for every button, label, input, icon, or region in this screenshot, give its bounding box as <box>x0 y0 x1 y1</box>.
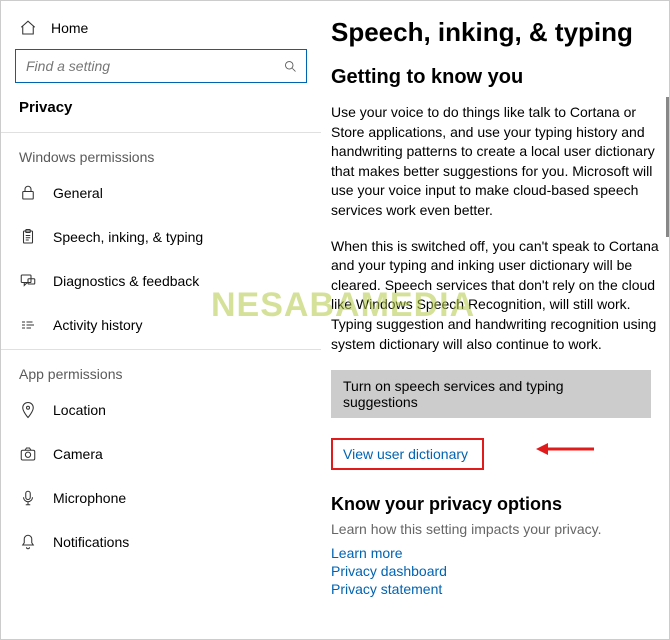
divider <box>1 132 321 133</box>
body-paragraph: When this is switched off, you can't spe… <box>331 237 659 355</box>
privacy-dashboard-link[interactable]: Privacy dashboard <box>331 563 659 579</box>
content-pane: Speech, inking, & typing Getting to know… <box>321 1 669 639</box>
sidebar-home[interactable]: Home <box>1 13 321 49</box>
body-paragraph: Use your voice to do things like talk to… <box>331 103 659 221</box>
section-app-permissions: App permissions <box>1 352 321 388</box>
sidebar-item-microphone[interactable]: Microphone <box>1 476 321 520</box>
nav-label: Activity history <box>53 317 142 333</box>
lock-icon <box>19 184 37 202</box>
search-input[interactable] <box>26 58 283 74</box>
privacy-statement-link[interactable]: Privacy statement <box>331 581 659 597</box>
nav-label: Microphone <box>53 490 126 506</box>
annotation-highlight: View user dictionary <box>331 438 484 470</box>
scrollbar[interactable] <box>666 97 669 237</box>
bell-icon <box>19 533 37 551</box>
category-title: Privacy <box>1 99 321 130</box>
sidebar-item-diagnostics[interactable]: Diagnostics & feedback <box>1 259 321 303</box>
nav-label: Camera <box>53 446 103 462</box>
feedback-icon <box>19 272 37 290</box>
sidebar-item-location[interactable]: Location <box>1 388 321 432</box>
toggle-speech-button[interactable]: Turn on speech services and typing sugge… <box>331 370 651 418</box>
history-icon <box>19 316 37 334</box>
nav-label: General <box>53 185 103 201</box>
privacy-subtext: Learn how this setting impacts your priv… <box>331 521 659 537</box>
mic-icon <box>19 489 37 507</box>
nav-label: Notifications <box>53 534 129 550</box>
sidebar-item-speech[interactable]: Speech, inking, & typing <box>1 215 321 259</box>
search-icon <box>283 59 298 74</box>
nav-label: Diagnostics & feedback <box>53 273 199 289</box>
location-icon <box>19 401 37 419</box>
view-dictionary-link[interactable]: View user dictionary <box>343 446 468 462</box>
sidebar-item-camera[interactable]: Camera <box>1 432 321 476</box>
sidebar-item-general[interactable]: General <box>1 171 321 215</box>
annotation-arrow <box>536 439 596 462</box>
home-label: Home <box>51 20 88 36</box>
nav-label: Speech, inking, & typing <box>53 229 203 245</box>
nav-label: Location <box>53 402 106 418</box>
search-box[interactable] <box>15 49 307 83</box>
home-icon <box>19 19 37 37</box>
page-title: Speech, inking, & typing <box>331 17 659 48</box>
learn-more-link[interactable]: Learn more <box>331 545 659 561</box>
privacy-heading: Know your privacy options <box>331 494 659 515</box>
sidebar-item-notifications[interactable]: Notifications <box>1 520 321 564</box>
section-heading: Getting to know you <box>331 66 659 89</box>
sidebar: Home Privacy Windows permissions General… <box>1 1 321 639</box>
sidebar-item-activity[interactable]: Activity history <box>1 303 321 347</box>
section-windows-permissions: Windows permissions <box>1 135 321 171</box>
divider <box>1 349 321 350</box>
clipboard-icon <box>19 228 37 246</box>
camera-icon <box>19 445 37 463</box>
